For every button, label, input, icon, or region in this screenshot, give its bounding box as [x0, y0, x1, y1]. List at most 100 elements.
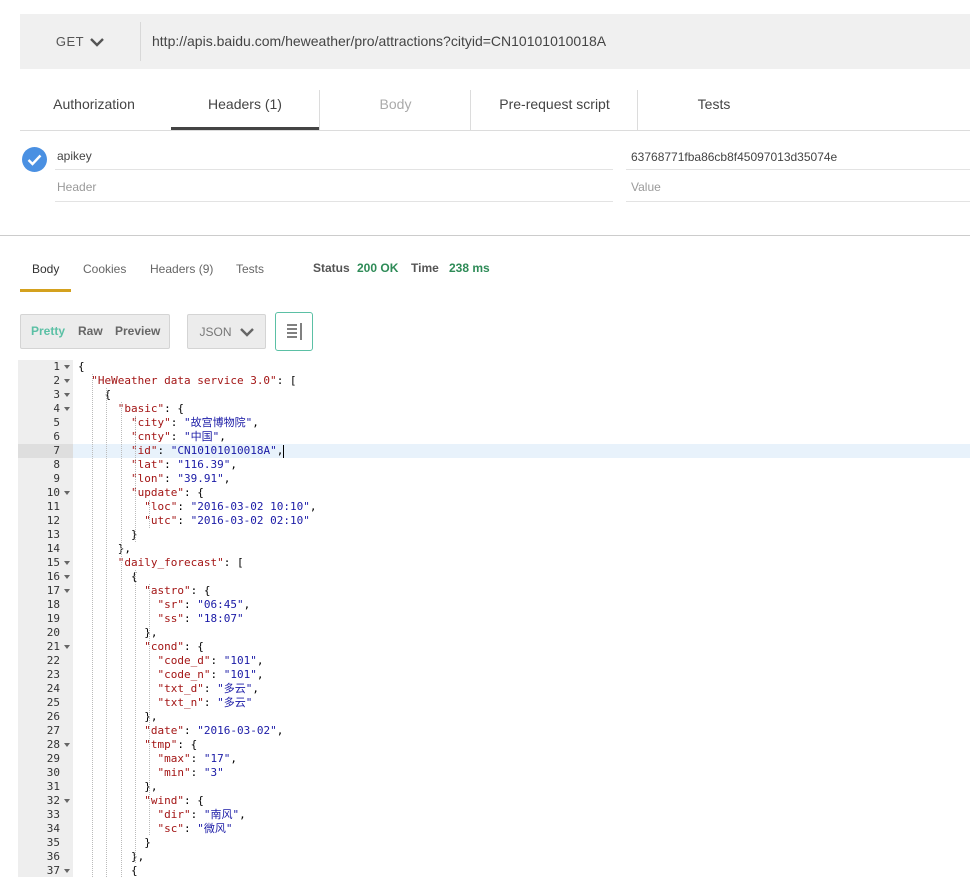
code-text: "date": "2016-03-02",	[144, 724, 284, 737]
fold-arrow-icon[interactable]	[63, 486, 71, 500]
format-label: JSON	[199, 324, 232, 339]
fold-arrow-icon[interactable]	[63, 388, 71, 402]
new-header-key-input[interactable]: Header	[57, 180, 96, 194]
status-label: Status	[313, 261, 350, 275]
code-line: 9 "lon": "39.91",	[18, 472, 970, 486]
line-number: 18	[46, 598, 60, 611]
fold-arrow-icon[interactable]	[63, 374, 71, 388]
header-value-input[interactable]: 63768771fba86cb8f45097013d35074e	[631, 150, 837, 164]
fold-arrow-icon[interactable]	[63, 640, 71, 654]
line-number: 36	[46, 850, 60, 863]
code-text: },	[78, 710, 158, 723]
code-line: 25 "txt_n": "多云"	[18, 696, 970, 710]
code-line: 20 },	[18, 626, 970, 640]
line-number: 34	[46, 822, 60, 835]
view-pretty-button[interactable]: Pretty	[31, 315, 65, 348]
code-text: {	[78, 570, 138, 583]
line-number: 7	[18, 444, 73, 458]
fold-arrow-icon[interactable]	[63, 402, 71, 416]
line-number: 8	[53, 458, 60, 471]
view-raw-button[interactable]: Raw	[78, 315, 103, 348]
wrap-lines-icon	[287, 323, 302, 340]
code-line: 4 "basic": {	[18, 402, 970, 416]
code-line: 33 "dir": "南风",	[18, 808, 970, 822]
fold-arrow-icon[interactable]	[63, 794, 71, 808]
divider	[140, 22, 141, 61]
line-number: 29	[46, 752, 60, 765]
code-line: 16 {	[18, 570, 970, 584]
code-line: 19 "ss": "18:07"	[18, 612, 970, 626]
line-number: 11	[46, 500, 60, 513]
indent-guide	[149, 584, 150, 835]
response-tab-body[interactable]: Body	[32, 262, 59, 276]
fold-arrow-icon[interactable]	[63, 864, 71, 877]
fold-arrow-icon[interactable]	[63, 556, 71, 570]
line-number: 35	[46, 836, 60, 849]
indent-guide	[121, 402, 122, 877]
fold-arrow-icon[interactable]	[63, 738, 71, 752]
line-number: 30	[46, 766, 60, 779]
code-line: 8 "lat": "116.39",	[18, 458, 970, 472]
code-text: },	[78, 542, 131, 555]
code-text: "sc": "微风"	[157, 822, 233, 835]
code-text: },	[78, 780, 158, 793]
code-line: 12 "utc": "2016-03-02 02:10"	[18, 514, 970, 528]
code-line: 24 "txt_d": "多云",	[18, 682, 970, 696]
code-line: 15 "daily_forecast": [	[18, 556, 970, 570]
code-line: 37 {	[18, 864, 970, 877]
code-text: "dir": "南风",	[157, 808, 246, 821]
code-line: 6 "cnty": "中国",	[18, 430, 970, 444]
code-line: 17 "astro": {	[18, 584, 970, 598]
divider	[55, 201, 613, 202]
tab-headers[interactable]: Headers (1)	[171, 90, 319, 130]
code-line: 32 "wind": {	[18, 794, 970, 808]
time-label: Time	[411, 261, 439, 275]
line-number: 12	[46, 514, 60, 527]
text-cursor	[283, 444, 285, 458]
line-number: 25	[46, 696, 60, 709]
indent-guide	[135, 416, 136, 542]
new-header-value-input[interactable]: Value	[631, 180, 661, 194]
tab-tests[interactable]: Tests	[637, 90, 790, 130]
time-value: 238 ms	[449, 261, 490, 275]
code-text: "id": "CN10101010018A",	[130, 444, 285, 458]
code-line: 1{	[18, 360, 970, 374]
code-text: {	[78, 864, 138, 877]
code-line: 27 "date": "2016-03-02",	[18, 724, 970, 738]
code-line: 35 }	[18, 836, 970, 850]
code-text: "ss": "18:07"	[157, 612, 244, 625]
fold-arrow-icon[interactable]	[63, 360, 71, 374]
code-text: "txt_n": "多云"	[157, 696, 253, 709]
tab-pre-request-script[interactable]: Pre-request script	[470, 90, 638, 130]
view-preview-button[interactable]: Preview	[115, 315, 160, 348]
response-tab-tests[interactable]: Tests	[236, 262, 264, 276]
code-line: 11 "loc": "2016-03-02 10:10",	[18, 500, 970, 514]
wrap-lines-button[interactable]	[275, 312, 313, 351]
response-tab-cookies[interactable]: Cookies	[83, 262, 126, 276]
code-line: 29 "max": "17",	[18, 752, 970, 766]
code-text: "update": {	[130, 486, 204, 499]
line-number: 27	[46, 724, 60, 737]
indent-guide	[92, 374, 93, 877]
code-text: "cnty": "中国",	[130, 430, 226, 443]
fold-arrow-icon[interactable]	[63, 570, 71, 584]
code-line: 3 {	[18, 388, 970, 402]
tab-authorization[interactable]: Authorization	[20, 90, 168, 130]
indent-guide	[149, 500, 150, 528]
code-line: 26 },	[18, 710, 970, 724]
fold-arrow-icon[interactable]	[63, 584, 71, 598]
code-text: "max": "17",	[157, 752, 237, 765]
format-select[interactable]: JSON	[187, 314, 266, 349]
url-input[interactable]: http://apis.baidu.com/heweather/pro/attr…	[152, 14, 606, 69]
method-select[interactable]: GET	[20, 14, 140, 69]
code-line: 30 "min": "3"	[18, 766, 970, 780]
chevron-down-icon	[90, 37, 104, 47]
code-line: 18 "sr": "06:45",	[18, 598, 970, 612]
header-enabled-checkbox[interactable]	[22, 147, 47, 172]
response-tab-headers[interactable]: Headers (9)	[150, 262, 213, 276]
indent-guide	[135, 570, 136, 863]
tab-body[interactable]: Body	[319, 90, 471, 130]
response-body-editor[interactable]: 1{2 "HeWeather data service 3.0": [3 {4 …	[18, 360, 970, 877]
request-bar: GET http://apis.baidu.com/heweather/pro/…	[20, 14, 970, 69]
header-key-input[interactable]: apikey	[57, 149, 92, 163]
